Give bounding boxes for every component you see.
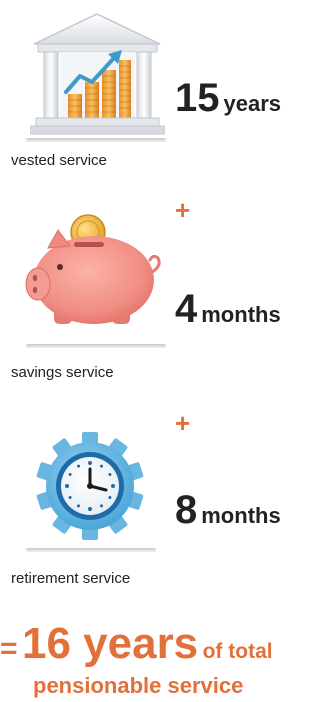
total-suffix-line2: pensionable service (33, 673, 244, 698)
total-suffix: of total (202, 640, 273, 663)
total-amount: 16 years (21, 619, 199, 668)
divider-shadow (26, 344, 166, 348)
plus-sign: + (175, 195, 191, 225)
item-caption: vested service (11, 152, 107, 169)
divider-shadow (26, 548, 156, 552)
item-caption: retirement service (11, 570, 131, 587)
plus-sign: + (175, 408, 191, 438)
amount-number: 8 (175, 488, 198, 532)
amount-unit: months (201, 503, 281, 528)
bank-growth-icon (29, 10, 166, 138)
amount-unit: years (223, 91, 282, 116)
amount-unit: months (201, 302, 281, 327)
piggy-bank-icon (18, 212, 168, 337)
item-amount: 15 years (175, 78, 281, 118)
amount-number: 4 (175, 287, 198, 331)
amount-number: 15 (175, 76, 220, 120)
equals-sign: = (0, 632, 18, 665)
item-amount: 8 months (175, 490, 281, 530)
item-amount: 4 months (175, 289, 281, 329)
clock-gear-icon (35, 430, 145, 542)
item-caption: savings service (11, 364, 114, 381)
total-line: = 16 years of total (0, 622, 311, 666)
divider-shadow (26, 138, 166, 142)
